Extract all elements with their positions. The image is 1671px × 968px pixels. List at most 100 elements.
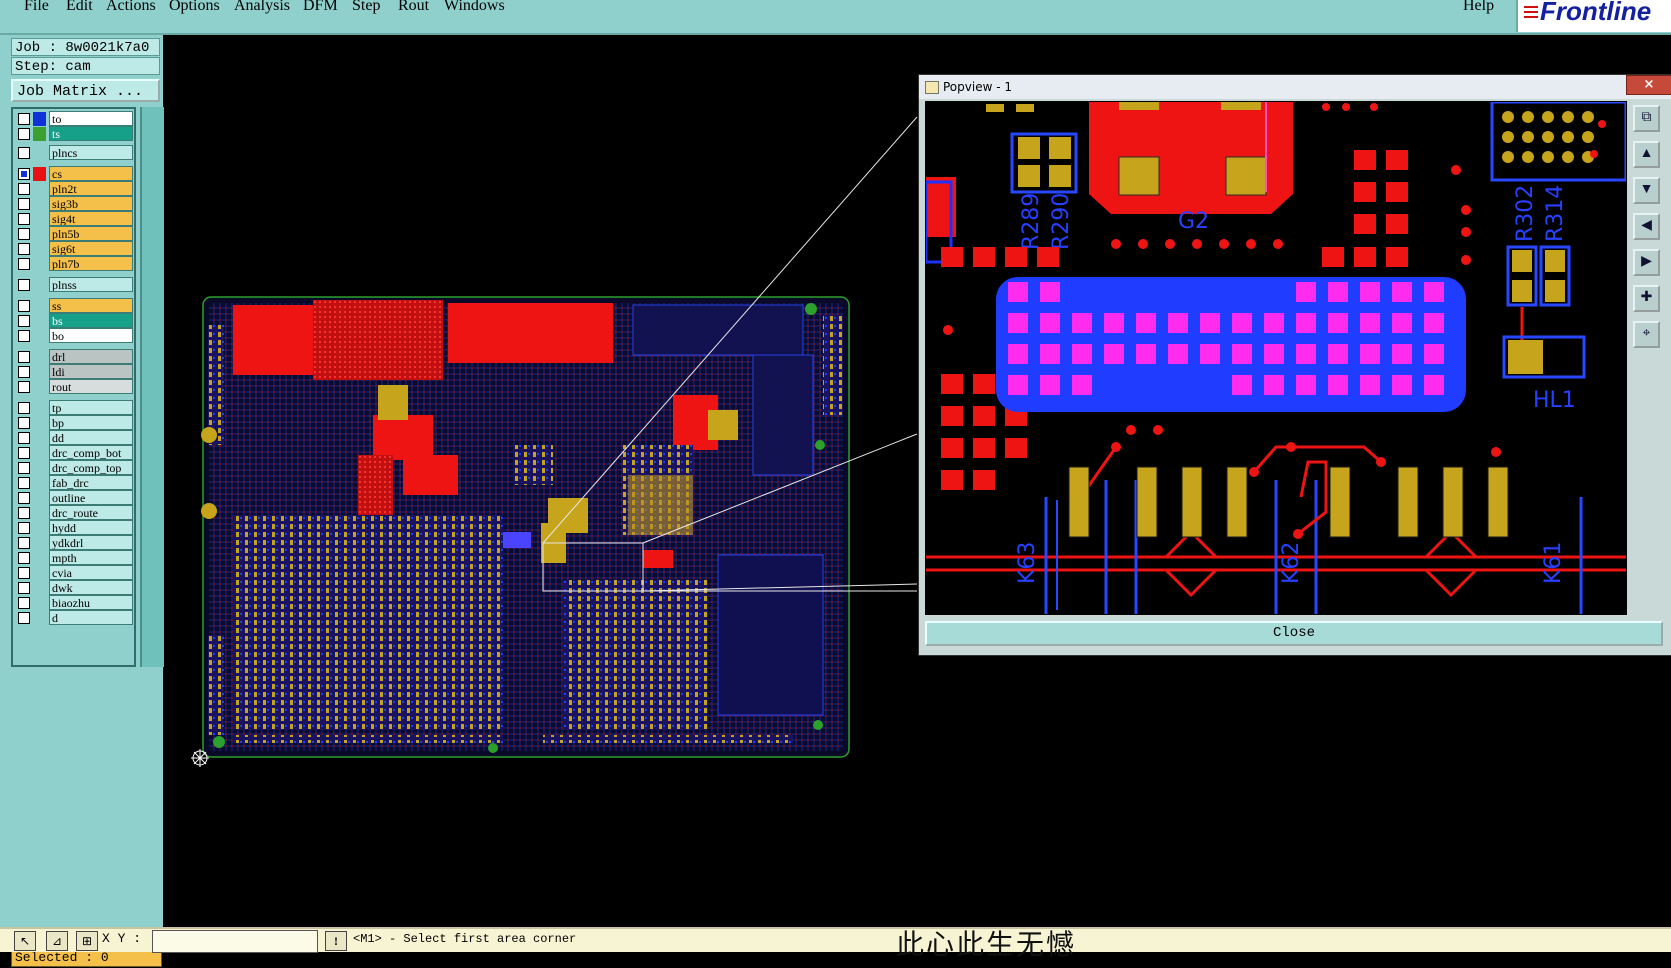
layer-checkbox[interactable] — [18, 228, 30, 240]
layer-checkbox[interactable] — [18, 279, 30, 291]
layer-row-pln5b[interactable]: pln5b — [15, 226, 134, 242]
layer-row-sig6t[interactable]: sig6t — [15, 241, 134, 257]
layer-checkbox[interactable] — [18, 330, 30, 342]
layer-row-rout[interactable]: rout — [15, 379, 134, 395]
layer-checkbox[interactable] — [18, 243, 30, 255]
layer-checkbox[interactable] — [18, 198, 30, 210]
zoom-out-icon[interactable]: ⌖ — [1633, 321, 1660, 348]
layer-checkbox[interactable] — [18, 612, 30, 624]
layer-color-swatch — [33, 112, 46, 126]
menu-rout[interactable]: Rout — [398, 0, 429, 15]
zoom-in-icon[interactable]: ✚ — [1633, 285, 1660, 312]
layer-row-ydkdrl[interactable]: ydkdrl — [15, 535, 134, 551]
measure-tool-icon[interactable]: ⊿ — [46, 931, 68, 951]
zoom-window-icon[interactable]: ⧉ — [1633, 105, 1660, 132]
popview-titlebar[interactable]: Popview - 1 × — [919, 75, 1671, 99]
popview-zoom-canvas[interactable]: R289 R290 G2 R302 R314 HL1 K63 K62 K61 — [925, 101, 1627, 615]
menu-file[interactable]: File — [24, 0, 49, 15]
layer-checkbox[interactable] — [18, 417, 30, 429]
layer-checkbox[interactable] — [18, 507, 30, 519]
menu-analysis[interactable]: Analysis — [234, 0, 290, 15]
layer-checkbox[interactable] — [18, 213, 30, 225]
layer-checkbox[interactable] — [18, 447, 30, 459]
layer-row-fab-drc[interactable]: fab_drc — [15, 475, 134, 491]
layer-checkbox[interactable] — [18, 567, 30, 579]
layer-row-pln7b[interactable]: pln7b — [15, 256, 134, 272]
layer-checkbox[interactable] — [18, 552, 30, 564]
pan-right-icon[interactable]: ▶ — [1633, 249, 1660, 276]
layer-checkbox[interactable] — [18, 366, 30, 378]
layer-list: to ts plncs cs pln2t sig3b sig4t pln5b sig6t pln7… — [11, 107, 136, 667]
menu-windows[interactable]: Windows — [444, 0, 505, 15]
layer-checkbox[interactable] — [18, 113, 30, 125]
layer-row-bo[interactable]: bo — [15, 328, 134, 344]
layer-row-cvia[interactable]: cvia — [15, 565, 134, 581]
layer-row-ts[interactable]: ts — [15, 126, 134, 142]
layer-checkbox[interactable] — [18, 582, 30, 594]
layer-checkbox[interactable] — [18, 168, 30, 180]
layer-checkbox[interactable] — [18, 477, 30, 489]
layer-list-scrollbar[interactable] — [140, 107, 164, 667]
layer-row-drc-comp-top[interactable]: drc_comp_top — [15, 460, 134, 476]
layer-checkbox[interactable] — [18, 462, 30, 474]
popview-close-x-button[interactable]: × — [1626, 75, 1671, 95]
layer-row-dd[interactable]: dd — [15, 430, 134, 446]
popview-close-button[interactable]: Close — [925, 621, 1663, 646]
connector-pad — [1008, 313, 1028, 333]
layer-row-dwk[interactable]: dwk — [15, 580, 134, 596]
layer-row-outline[interactable]: outline — [15, 490, 134, 506]
layer-checkbox[interactable] — [18, 537, 30, 549]
layer-row-biaozhu[interactable]: biaozhu — [15, 595, 134, 611]
menu-help[interactable]: Help — [1463, 0, 1494, 15]
layer-row-d[interactable]: d — [15, 610, 134, 626]
pan-down-icon[interactable]: ▼ — [1633, 177, 1660, 204]
connector-pad — [1328, 282, 1348, 302]
layer-checkbox[interactable] — [18, 183, 30, 195]
layer-row-to[interactable]: to — [15, 111, 134, 127]
menu-options[interactable]: Options — [169, 0, 220, 15]
alert-icon[interactable]: ! — [325, 931, 347, 951]
layer-row-hydd[interactable]: hydd — [15, 520, 134, 536]
layer-name: plnss — [49, 277, 133, 292]
connector-pad — [1200, 344, 1220, 364]
layer-row-ss[interactable]: ss — [15, 298, 134, 314]
layer-checkbox[interactable] — [18, 492, 30, 504]
menu-dfm[interactable]: DFM — [303, 0, 338, 15]
layer-row-plnss[interactable]: plnss — [15, 277, 134, 293]
grid-snap-icon[interactable]: ⊞ — [76, 931, 98, 951]
select-tool-icon[interactable]: ↖ — [14, 931, 36, 951]
pan-up-icon[interactable]: ▲ — [1633, 141, 1660, 168]
layer-row-sig4t[interactable]: sig4t — [15, 211, 134, 227]
layer-row-tp[interactable]: tp — [15, 400, 134, 416]
layer-checkbox[interactable] — [18, 597, 30, 609]
layer-row-sig3b[interactable]: sig3b — [15, 196, 134, 212]
job-matrix-button[interactable]: Job Matrix ... — [11, 79, 160, 102]
connector-pad — [1328, 375, 1348, 395]
layer-row-plncs[interactable]: plncs — [15, 145, 134, 161]
pcb-graphics-canvas[interactable] — [163, 35, 918, 927]
layer-checkbox[interactable] — [18, 432, 30, 444]
menu-edit[interactable]: Edit — [66, 0, 93, 15]
layer-row-bp[interactable]: bp — [15, 415, 134, 431]
menu-actions[interactable]: Actions — [106, 0, 156, 15]
pan-left-icon[interactable]: ◀ — [1633, 213, 1660, 240]
layer-row-bs[interactable]: bs — [15, 313, 134, 329]
menu-step[interactable]: Step — [352, 0, 380, 15]
layer-checkbox[interactable] — [18, 522, 30, 534]
layer-row-pln2t[interactable]: pln2t — [15, 181, 134, 197]
layer-row-ldi[interactable]: ldi — [15, 364, 134, 380]
layer-checkbox[interactable] — [18, 381, 30, 393]
layer-row-drl[interactable]: drl — [15, 349, 134, 365]
layer-name: ss — [49, 298, 133, 313]
layer-checkbox[interactable] — [18, 315, 30, 327]
layer-checkbox[interactable] — [18, 351, 30, 363]
layer-checkbox[interactable] — [18, 147, 30, 159]
layer-checkbox[interactable] — [18, 402, 30, 414]
layer-checkbox[interactable] — [18, 128, 30, 140]
layer-checkbox[interactable] — [18, 258, 30, 270]
layer-row-drc-route[interactable]: drc_route — [15, 505, 134, 521]
layer-row-cs[interactable]: cs — [15, 166, 134, 182]
layer-row-mpth[interactable]: mpth — [15, 550, 134, 566]
layer-row-drc-comp-bot[interactable]: drc_comp_bot — [15, 445, 134, 461]
layer-checkbox[interactable] — [18, 300, 30, 312]
